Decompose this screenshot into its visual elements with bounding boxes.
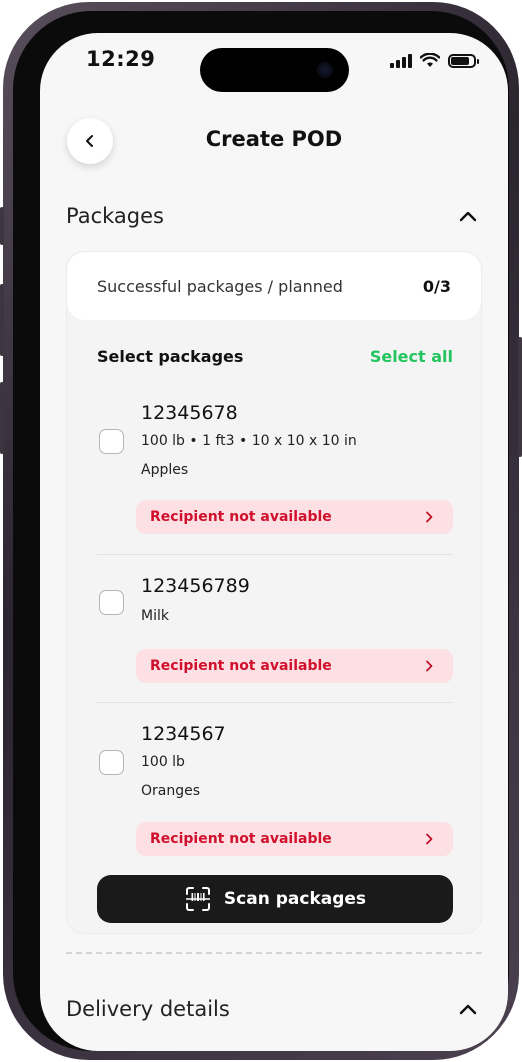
scan-packages-label: Scan packages: [223, 889, 367, 909]
package-checkbox[interactable]: [99, 429, 124, 454]
section-divider: [66, 952, 482, 954]
packages-summary: Successful packages / planned 0/3: [67, 252, 481, 320]
package-item: 1234567 100 lb Oranges Recipient not ava…: [97, 723, 453, 858]
summary-label: Successful packages / planned: [97, 276, 343, 296]
recipient-alert[interactable]: Recipient not available: [136, 822, 453, 856]
package-description: Apples: [141, 462, 189, 478]
package-details: 100 lb: [141, 754, 185, 770]
signal-icon: [390, 53, 412, 68]
phone-frame: 12:29 Create POD Packages Successful pac…: [0, 2, 522, 1060]
screen: 12:29 Create POD Packages Successful pac…: [40, 33, 508, 1051]
alert-text: Recipient not available: [150, 509, 332, 525]
chevron-up-icon[interactable]: [456, 205, 480, 229]
packages-section-title: Packages: [66, 204, 164, 228]
status-time: 12:29: [86, 47, 156, 71]
package-item: 12345678 100 lb • 1 ft3 • 10 x 10 x 10 i…: [97, 402, 453, 537]
alert-text: Recipient not available: [150, 831, 332, 847]
battery-icon: [448, 53, 479, 68]
phone-bezel: 12:29 Create POD Packages Successful pac…: [13, 11, 509, 1051]
divider: [97, 702, 453, 703]
wifi-icon: [420, 53, 440, 67]
delivery-section-title: Delivery details: [66, 997, 230, 1021]
package-description: Oranges: [141, 783, 201, 799]
page-title: Create POD: [205, 127, 343, 151]
dynamic-island: [200, 48, 349, 92]
package-description: Milk: [141, 608, 169, 624]
action-button: [0, 207, 4, 245]
status-icons: [390, 53, 479, 68]
camera-icon: [317, 62, 333, 78]
barcode-scan-icon: [185, 887, 210, 911]
volume-down-button: [0, 382, 4, 454]
chevron-right-icon: [426, 660, 433, 672]
package-id: 12345678: [141, 402, 238, 424]
chevron-up-icon[interactable]: [456, 998, 480, 1022]
scan-packages-button[interactable]: Scan packages: [97, 875, 453, 923]
divider: [97, 554, 453, 555]
select-packages-label: Select packages: [97, 347, 244, 366]
chevron-right-icon: [426, 511, 433, 523]
package-details: 100 lb • 1 ft3 • 10 x 10 x 10 in: [141, 433, 357, 449]
volume-up-button: [0, 284, 4, 356]
select-all-button[interactable]: Select all: [370, 347, 453, 366]
package-checkbox[interactable]: [99, 590, 124, 615]
package-id: 123456789: [141, 575, 250, 597]
package-checkbox[interactable]: [99, 750, 124, 775]
alert-text: Recipient not available: [150, 658, 332, 674]
power-button: [518, 337, 522, 457]
package-id: 1234567: [141, 723, 226, 745]
chevron-right-icon: [426, 833, 433, 845]
select-packages-row: Select packages Select all: [97, 347, 453, 366]
recipient-alert[interactable]: Recipient not available: [136, 500, 453, 534]
package-item: 123456789 Milk Recipient not available: [97, 575, 453, 685]
packages-card: Successful packages / planned 0/3 Select…: [66, 251, 482, 934]
summary-count: 0/3: [422, 276, 451, 296]
recipient-alert[interactable]: Recipient not available: [136, 649, 453, 683]
